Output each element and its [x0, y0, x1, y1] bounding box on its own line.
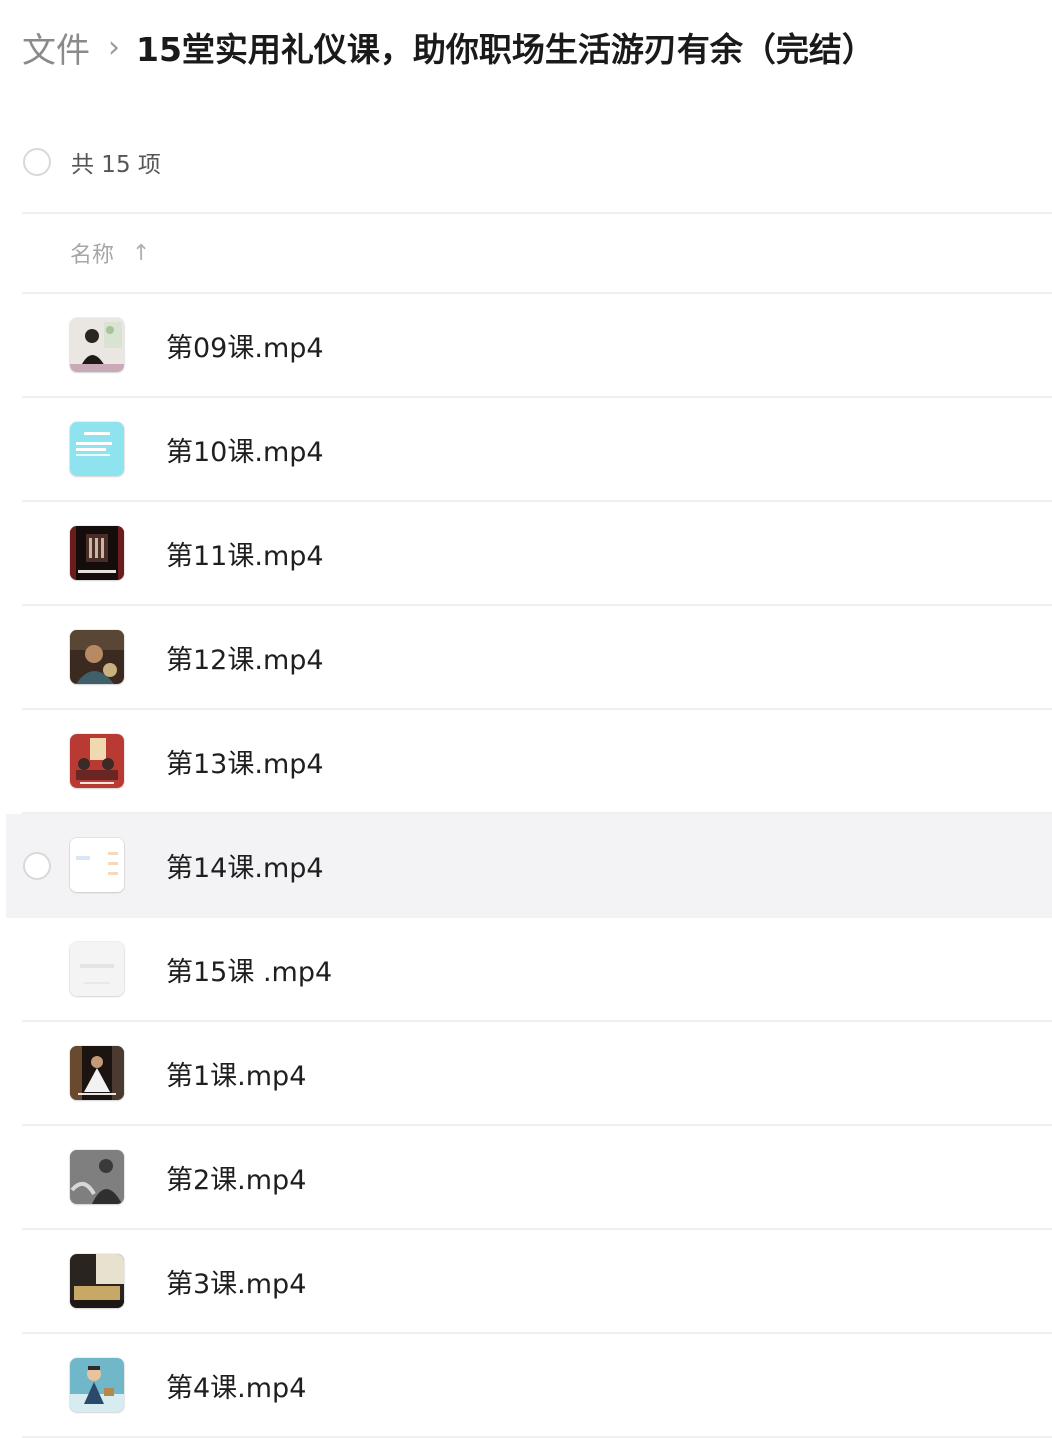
file-name[interactable]: 第09课.mp4	[166, 326, 324, 365]
file-row[interactable]: 第14课.mp4	[6, 814, 1052, 918]
select-all-bar: 共 15 项	[0, 130, 1052, 194]
row-select[interactable]	[23, 852, 51, 880]
video-thumbnail	[70, 1358, 124, 1412]
file-name[interactable]: 第11课.mp4	[166, 534, 324, 573]
file-row[interactable]: 第11课.mp4	[0, 502, 1052, 606]
file-name[interactable]: 第14课.mp4	[166, 846, 324, 885]
file-row[interactable]: 第1课.mp4	[0, 1022, 1052, 1126]
file-name[interactable]: 第4课.mp4	[166, 1366, 306, 1405]
video-thumbnail	[70, 422, 124, 476]
video-thumbnail	[70, 1046, 124, 1100]
video-thumbnail	[70, 630, 124, 684]
breadcrumb-root-link[interactable]: 文件	[22, 23, 90, 72]
select-all-checkbox[interactable]	[23, 148, 51, 176]
file-row[interactable]: 第15课 .mp4	[0, 918, 1052, 1022]
file-name[interactable]: 第2课.mp4	[166, 1158, 306, 1197]
file-name[interactable]: 第13课.mp4	[166, 742, 324, 781]
file-name[interactable]: 第1课.mp4	[166, 1054, 306, 1093]
chevron-right-icon: ›	[108, 29, 120, 65]
video-thumbnail	[70, 1254, 124, 1308]
breadcrumb: 文件 › 15堂实用礼仪课，助你职场生活游刃有余（完结）	[22, 20, 875, 74]
video-thumbnail	[70, 526, 124, 580]
file-list: 第09课.mp4 第10课.mp4 第11课.mp4 第12课.mp4 第13课…	[0, 294, 1052, 1438]
file-row[interactable]: 第3课.mp4	[0, 1230, 1052, 1334]
file-row[interactable]: 第12课.mp4	[0, 606, 1052, 710]
file-name[interactable]: 第15课 .mp4	[166, 950, 332, 989]
file-name[interactable]: 第10课.mp4	[166, 430, 324, 469]
page-title: 15堂实用礼仪课，助你职场生活游刃有余（完结）	[136, 30, 875, 69]
list-header: 名称 ↑	[0, 214, 1052, 292]
video-thumbnail	[70, 318, 124, 372]
video-thumbnail	[70, 734, 124, 788]
file-row[interactable]: 第10课.mp4	[0, 398, 1052, 502]
row-checkbox[interactable]	[23, 852, 51, 880]
sort-ascending-icon[interactable]: ↑	[132, 241, 150, 266]
file-name[interactable]: 第3课.mp4	[166, 1262, 306, 1301]
file-row[interactable]: 第4课.mp4	[0, 1334, 1052, 1438]
file-row[interactable]: 第09课.mp4	[0, 294, 1052, 398]
video-thumbnail	[70, 838, 124, 892]
video-thumbnail	[70, 942, 124, 996]
item-count: 共 15 项	[71, 152, 161, 178]
column-header-name[interactable]: 名称	[70, 237, 114, 269]
file-row[interactable]: 第13课.mp4	[0, 710, 1052, 814]
file-row[interactable]: 第2课.mp4	[0, 1126, 1052, 1230]
video-thumbnail	[70, 1150, 124, 1204]
file-name[interactable]: 第12课.mp4	[166, 638, 324, 677]
